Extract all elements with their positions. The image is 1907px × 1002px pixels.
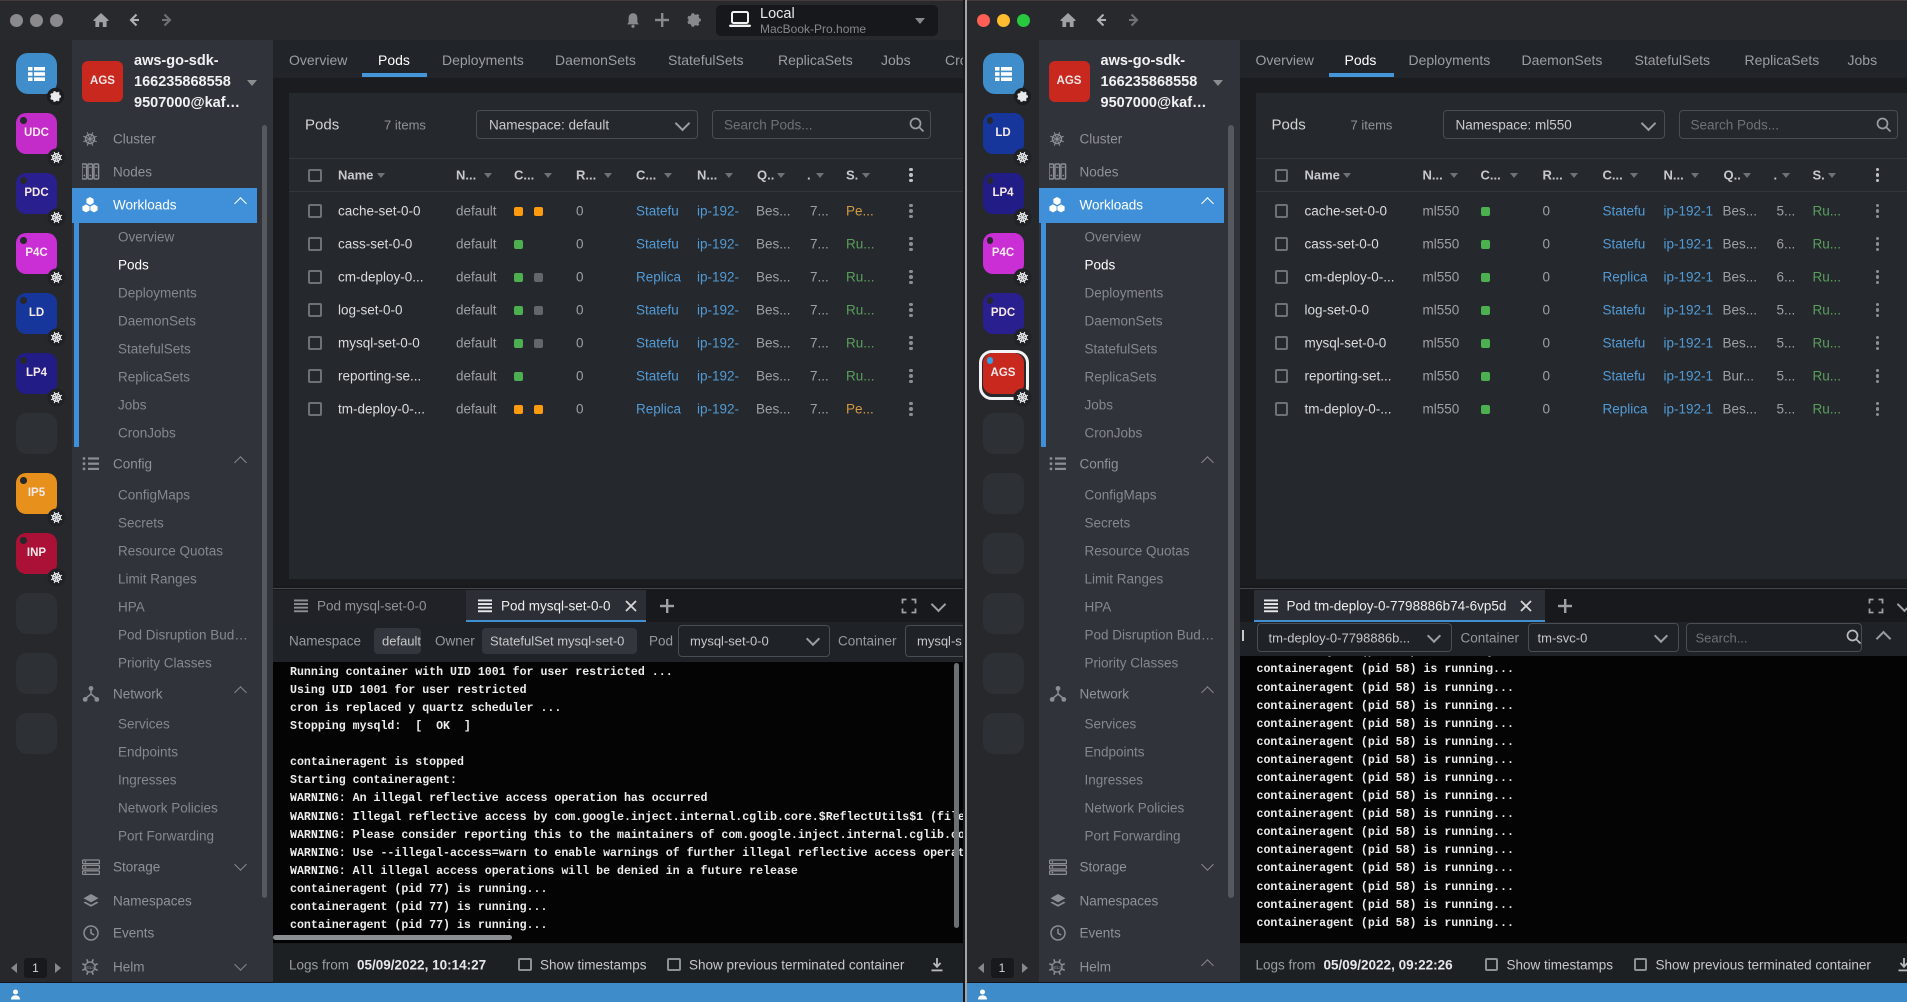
svg-text:HELM: HELM xyxy=(1051,965,1063,970)
svg-text:HELM: HELM xyxy=(84,965,96,970)
